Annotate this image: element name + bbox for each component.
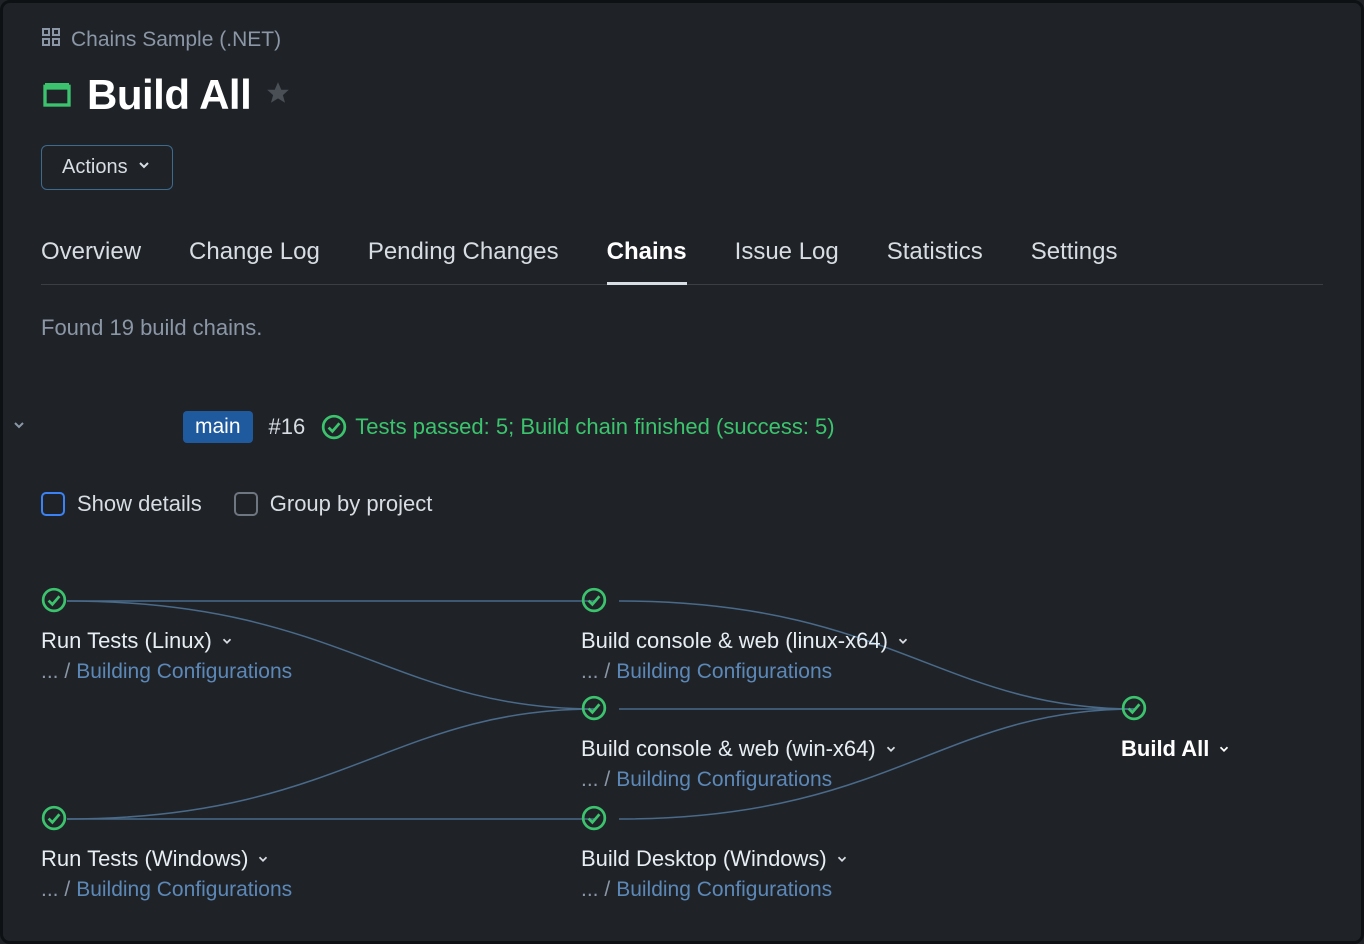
branch-tag[interactable]: main	[183, 411, 253, 443]
page-title: Build All	[87, 71, 251, 119]
chevron-down-icon	[136, 156, 152, 179]
tab-overview[interactable]: Overview	[41, 238, 141, 284]
success-check-icon	[41, 805, 67, 831]
chevron-down-icon	[256, 846, 270, 872]
project-icon	[41, 27, 61, 53]
node-title[interactable]: Build Desktop (Windows)	[581, 846, 849, 872]
chevron-down-icon	[835, 846, 849, 872]
favorite-star-icon[interactable]	[265, 80, 291, 111]
node-build-console-win: Build console & web (win-x64) ... / Buil…	[581, 695, 898, 792]
build-number: #16	[269, 414, 306, 440]
show-details-label: Show details	[77, 491, 202, 517]
tab-statistics[interactable]: Statistics	[887, 238, 983, 284]
show-details-checkbox[interactable]	[41, 492, 65, 516]
node-sub-prefix: ... /	[581, 878, 610, 902]
tab-change-log[interactable]: Change Log	[189, 238, 320, 284]
node-sub-label: Building Configurations	[616, 660, 832, 684]
chain-status-text: Tests passed: 5; Build chain finished (s…	[355, 414, 834, 440]
build-config-icon	[41, 77, 73, 114]
chevron-down-icon	[220, 628, 234, 654]
node-breadcrumb[interactable]: ... / Building Configurations	[581, 768, 898, 792]
node-sub-label: Building Configurations	[76, 660, 292, 684]
node-title[interactable]: Build console & web (win-x64)	[581, 736, 898, 762]
tab-bar: Overview Change Log Pending Changes Chai…	[41, 238, 1323, 285]
build-chain-graph: Run Tests (Linux) ... / Building Configu…	[41, 587, 1323, 927]
view-options: Show details Group by project	[41, 491, 1323, 517]
node-sub-label: Building Configurations	[76, 878, 292, 902]
node-title[interactable]: Run Tests (Windows)	[41, 846, 292, 872]
chevron-down-icon	[1217, 736, 1231, 762]
node-sub-prefix: ... /	[41, 878, 70, 902]
tab-pending-changes[interactable]: Pending Changes	[368, 238, 559, 284]
node-breadcrumb[interactable]: ... / Building Configurations	[41, 660, 292, 684]
success-check-icon	[41, 587, 67, 613]
node-title-text: Run Tests (Windows)	[41, 846, 248, 872]
node-build-all: Build All	[1121, 695, 1231, 762]
node-breadcrumb[interactable]: ... / Building Configurations	[581, 878, 849, 902]
node-breadcrumb[interactable]: ... / Building Configurations	[41, 878, 292, 902]
node-title-text: Build console & web (win-x64)	[581, 736, 876, 762]
node-title-text: Build All	[1121, 736, 1209, 762]
breadcrumb-project-link[interactable]: Chains Sample (.NET)	[71, 28, 281, 52]
node-title[interactable]: Run Tests (Linux)	[41, 628, 292, 654]
group-by-project-checkbox-wrap[interactable]: Group by project	[234, 491, 433, 517]
tab-issue-log[interactable]: Issue Log	[735, 238, 839, 284]
node-breadcrumb[interactable]: ... / Building Configurations	[581, 660, 910, 684]
chevron-down-icon	[896, 628, 910, 654]
node-title-text: Build console & web (linux-x64)	[581, 628, 888, 654]
node-sub-prefix: ... /	[41, 660, 70, 684]
node-sub-prefix: ... /	[581, 768, 610, 792]
group-by-project-label: Group by project	[270, 491, 433, 517]
show-details-checkbox-wrap[interactable]: Show details	[41, 491, 202, 517]
node-title-text: Build Desktop (Windows)	[581, 846, 827, 872]
node-sub-label: Building Configurations	[616, 878, 832, 902]
success-check-icon	[581, 695, 607, 721]
group-by-project-checkbox[interactable]	[234, 492, 258, 516]
expand-chain-chevron[interactable]	[11, 417, 27, 438]
chain-status: Tests passed: 5; Build chain finished (s…	[321, 414, 834, 440]
node-sub-label: Building Configurations	[616, 768, 832, 792]
node-build-desktop-win: Build Desktop (Windows) ... / Building C…	[581, 805, 849, 902]
success-check-icon	[581, 805, 607, 831]
actions-button[interactable]: Actions	[41, 145, 173, 190]
node-build-console-linux: Build console & web (linux-x64) ... / Bu…	[581, 587, 910, 684]
breadcrumb: Chains Sample (.NET)	[41, 27, 1323, 53]
tab-chains[interactable]: Chains	[607, 238, 687, 285]
chain-summary-row: main #16 Tests passed: 5; Build chain fi…	[11, 411, 1323, 443]
success-check-icon	[581, 587, 607, 613]
node-sub-prefix: ... /	[581, 660, 610, 684]
success-check-icon	[321, 414, 347, 440]
found-chains-text: Found 19 build chains.	[41, 315, 1323, 341]
node-title-text: Run Tests (Linux)	[41, 628, 212, 654]
node-title[interactable]: Build All	[1121, 736, 1231, 762]
actions-label: Actions	[62, 156, 128, 179]
node-run-tests-linux: Run Tests (Linux) ... / Building Configu…	[41, 587, 292, 684]
success-check-icon	[1121, 695, 1147, 721]
node-run-tests-windows: Run Tests (Windows) ... / Building Confi…	[41, 805, 292, 902]
chevron-down-icon	[884, 736, 898, 762]
tab-settings[interactable]: Settings	[1031, 238, 1118, 284]
node-title[interactable]: Build console & web (linux-x64)	[581, 628, 910, 654]
